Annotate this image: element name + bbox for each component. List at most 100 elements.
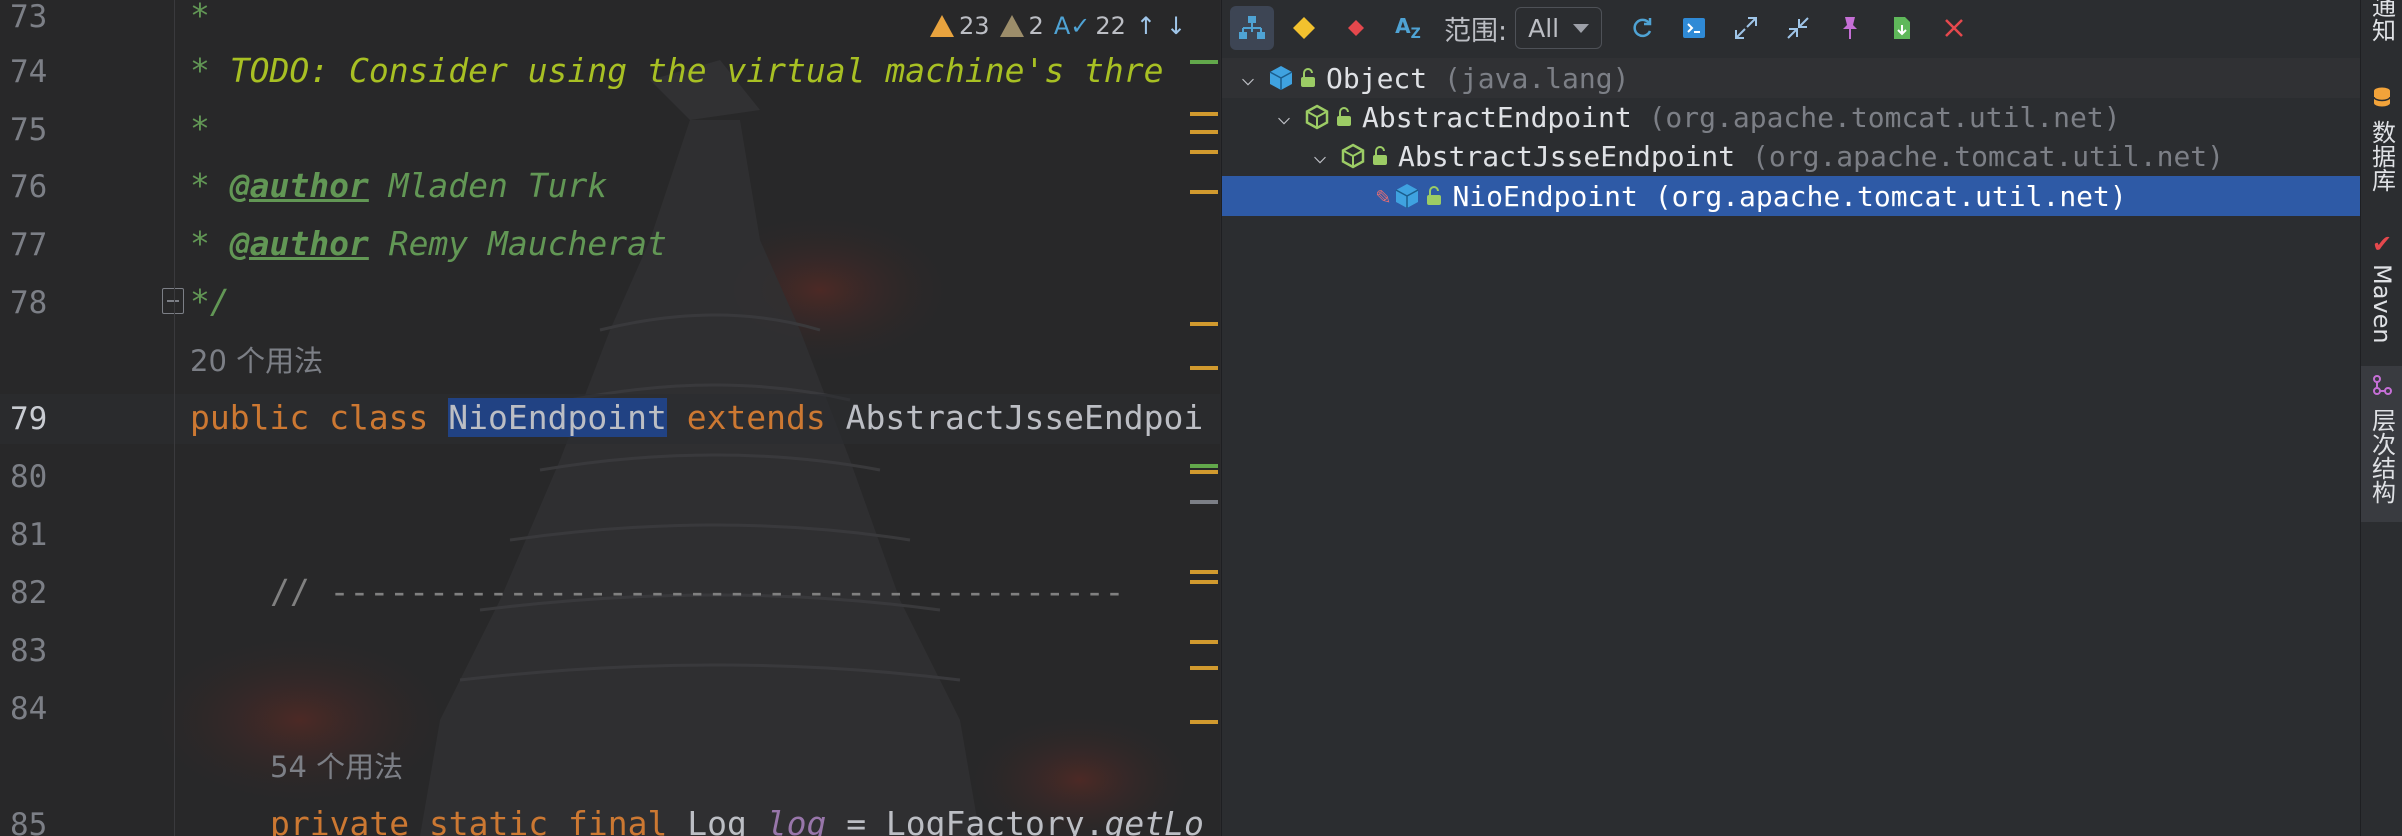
keyword: extends bbox=[666, 398, 846, 437]
comment-text: Mladen Turk bbox=[368, 166, 608, 205]
stripe-marker[interactable] bbox=[1190, 570, 1218, 574]
expand-icon[interactable] bbox=[1724, 6, 1768, 50]
tree-node[interactable]: ⌵ AbstractJsseEndpoint (org.apache.tomca… bbox=[1222, 136, 2361, 176]
stripe-marker[interactable] bbox=[1190, 580, 1218, 584]
scope-value: All bbox=[1528, 13, 1560, 43]
typos-counter[interactable]: A✓ 22 bbox=[1054, 12, 1126, 40]
usages-hint[interactable]: 20 个用法 bbox=[190, 344, 323, 378]
keyword: public class bbox=[190, 398, 449, 437]
stripe-marker[interactable] bbox=[1190, 666, 1218, 670]
close-icon[interactable] bbox=[1932, 6, 1976, 50]
type-reference[interactable]: Log bbox=[687, 804, 766, 836]
maven-icon: ✔ bbox=[2371, 230, 2393, 258]
supertypes-icon[interactable] bbox=[1282, 6, 1326, 50]
line-number: 73 bbox=[10, 0, 48, 35]
tab-hierarchy[interactable]: 层次结构 bbox=[2361, 366, 2402, 522]
scope-label: 范围: bbox=[1444, 15, 1508, 47]
code-line: * @author Mladen Turk bbox=[190, 166, 607, 206]
stripe-marker[interactable] bbox=[1190, 500, 1218, 504]
gutter-divider bbox=[174, 0, 175, 836]
refresh-icon[interactable] bbox=[1620, 6, 1664, 50]
comment-text: * bbox=[190, 0, 210, 35]
stripe-marker[interactable] bbox=[1190, 464, 1218, 468]
stripe-marker[interactable] bbox=[1190, 130, 1218, 134]
tab-label: 层次结构 bbox=[2367, 408, 2396, 504]
code-line: * @author Remy Maucherat bbox=[190, 224, 667, 264]
type-hierarchy-panel[interactable]: AZ 范围: All ⌵ Object (java.lang) ⌵ Abstra… bbox=[1221, 0, 2361, 836]
tree-node-name: AbstractJsseEndpoint bbox=[1398, 139, 1736, 173]
lock-icon bbox=[1301, 68, 1315, 87]
warnings-counter[interactable]: 23 bbox=[930, 12, 990, 40]
chevron-down-icon[interactable]: ⌵ bbox=[1272, 105, 1296, 130]
stripe-marker[interactable] bbox=[1190, 720, 1218, 724]
error-stripe[interactable] bbox=[1190, 60, 1220, 760]
tree-node-name: AbstractEndpoint bbox=[1362, 100, 1632, 134]
superclass-reference[interactable]: AbstractJsseEndpoi bbox=[846, 398, 1204, 437]
abstract-class-icon bbox=[1341, 143, 1365, 169]
code-area[interactable]: * * TODO: Consider using the virtual mac… bbox=[190, 0, 1220, 836]
comment-text: Remy Maucherat bbox=[368, 224, 667, 263]
tree-node-package: (org.apache.tomcat.util.net) bbox=[1735, 139, 2225, 173]
lock-icon bbox=[1373, 146, 1387, 165]
scope-dropdown[interactable]: All bbox=[1515, 7, 1603, 49]
class-name-highlighted[interactable]: NioEndpoint bbox=[448, 398, 667, 437]
hierarchy-toolbar: AZ 范围: All bbox=[1222, 0, 2369, 56]
code-line: * bbox=[190, 109, 210, 149]
arrow-up-icon[interactable]: ↑ bbox=[1136, 12, 1156, 40]
tab-notifications[interactable]: 通知 bbox=[2361, 0, 2402, 58]
subtypes-icon[interactable] bbox=[1334, 6, 1378, 50]
tree-node[interactable]: ⌵ AbstractEndpoint (org.apache.tomcat.ut… bbox=[1222, 97, 2361, 137]
line-number-current: 79 bbox=[10, 401, 48, 437]
line-number: 83 bbox=[10, 633, 48, 669]
stripe-marker[interactable] bbox=[1190, 366, 1218, 370]
export-icon[interactable] bbox=[1880, 6, 1924, 50]
line-number-gutter[interactable]: 73 74 75 76 77 78 79 80 81 82 83 84 85 bbox=[0, 0, 184, 836]
tree-node-name: NioEndpoint bbox=[1452, 179, 1638, 213]
code-line: 20 个用法 bbox=[190, 340, 323, 380]
terminal-icon[interactable] bbox=[1672, 6, 1716, 50]
pin-icon[interactable] bbox=[1828, 6, 1872, 50]
tab-label: Maven bbox=[2368, 264, 2396, 344]
line-number: 77 bbox=[10, 227, 48, 263]
class-icon bbox=[1269, 66, 1293, 90]
field-name[interactable]: log bbox=[767, 804, 827, 836]
javadoc-tag[interactable]: @author bbox=[230, 166, 369, 205]
chevron-down-icon[interactable]: ⌵ bbox=[1236, 66, 1260, 91]
line-number: 84 bbox=[10, 691, 48, 727]
line-comment: // -------------------------------------… bbox=[270, 572, 1125, 611]
stripe-marker[interactable] bbox=[1190, 150, 1218, 154]
code-editor[interactable]: 73 74 75 76 77 78 79 80 81 82 83 84 85 *… bbox=[0, 0, 1220, 836]
line-number: 76 bbox=[10, 169, 48, 205]
collapse-icon[interactable] bbox=[1776, 6, 1820, 50]
chevron-down-icon[interactable]: ⌵ bbox=[1308, 144, 1332, 169]
comment-text: * bbox=[190, 224, 230, 263]
stripe-marker[interactable] bbox=[1190, 112, 1218, 116]
weak-warnings-counter[interactable]: 2 bbox=[999, 12, 1044, 40]
tree-node-selected[interactable]: ✎ NioEndpoint (org.apache.tomcat.util.ne… bbox=[1222, 176, 2361, 216]
method-call[interactable]: getLo bbox=[1104, 804, 1203, 836]
stripe-marker[interactable] bbox=[1190, 470, 1218, 474]
stripe-marker[interactable] bbox=[1190, 640, 1218, 644]
tree-node-package: (java.lang) bbox=[1427, 61, 1630, 95]
sort-alpha-icon[interactable]: AZ bbox=[1386, 6, 1430, 50]
database-icon bbox=[2372, 86, 2392, 114]
stripe-marker[interactable] bbox=[1190, 322, 1218, 326]
fold-toggle[interactable] bbox=[162, 288, 184, 314]
tab-maven[interactable]: ✔ Maven bbox=[2361, 222, 2402, 344]
line-number: 82 bbox=[10, 575, 48, 611]
tree-node[interactable]: ⌵ Object (java.lang) bbox=[1222, 58, 2361, 98]
tree-node-package: (org.apache.tomcat.util.net) bbox=[1631, 100, 2121, 134]
arrow-down-icon[interactable]: ↓ bbox=[1166, 12, 1186, 40]
code-line: 54 个用法 bbox=[270, 746, 403, 786]
usages-hint[interactable]: 54 个用法 bbox=[270, 750, 403, 784]
hierarchy-icon[interactable] bbox=[1230, 6, 1274, 50]
javadoc-tag[interactable]: @author bbox=[230, 224, 369, 263]
weak-warning-icon bbox=[999, 15, 1024, 37]
stripe-marker[interactable] bbox=[1190, 190, 1218, 194]
stripe-marker[interactable] bbox=[1190, 60, 1218, 64]
typo-icon: A✓ bbox=[1053, 12, 1091, 40]
inspection-widget[interactable]: 23 2 A✓ 22 ↑ ↓ bbox=[930, 8, 1187, 44]
todo-comment: TODO: Consider using the virtual machine… bbox=[229, 51, 1164, 90]
tab-database[interactable]: 数据库 bbox=[2361, 78, 2402, 192]
code-line: */ bbox=[190, 282, 230, 322]
